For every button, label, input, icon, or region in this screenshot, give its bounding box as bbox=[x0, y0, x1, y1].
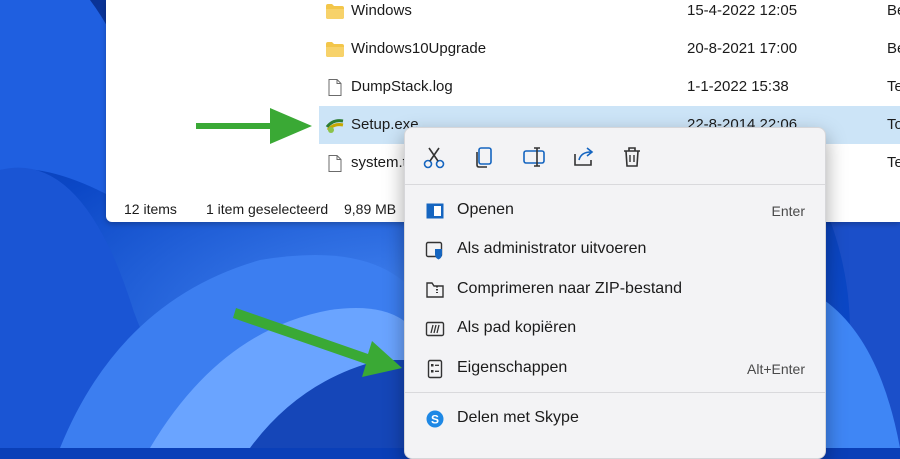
menu-item-compress-zip[interactable]: Comprimeren naar ZIP-bestand bbox=[405, 270, 825, 310]
file-type: Be bbox=[887, 2, 900, 19]
menu-item-label: Delen met Skype bbox=[457, 409, 579, 426]
menu-separator bbox=[405, 392, 825, 393]
menu-item-shortcut: Alt+Enter bbox=[747, 361, 805, 377]
file-type: To bbox=[887, 116, 900, 133]
copy-button[interactable] bbox=[471, 144, 497, 170]
status-size: 9,89 MB bbox=[344, 201, 397, 217]
rename-icon bbox=[523, 147, 545, 167]
folder-icon bbox=[326, 42, 344, 57]
share-icon bbox=[574, 147, 594, 166]
file-name: system.t bbox=[351, 154, 407, 171]
file-name: Windows bbox=[351, 2, 412, 19]
rename-button[interactable] bbox=[521, 144, 547, 170]
file-name: Windows10Upgrade bbox=[351, 40, 487, 57]
menu-item-properties[interactable]: Eigenschappen Alt+Enter bbox=[405, 349, 825, 389]
menu-item-copy-as-path[interactable]: Als pad kopiëren bbox=[405, 309, 825, 349]
file-date: 1-1-2022 15:38 bbox=[687, 78, 789, 95]
menu-item-run-as-admin[interactable]: Als administrator uitvoeren bbox=[405, 230, 825, 270]
menu-item-openen[interactable]: Openen Enter bbox=[405, 191, 825, 231]
file-name: DumpStack.log bbox=[351, 78, 453, 95]
copy-path-icon bbox=[425, 319, 445, 339]
file-row-dumpstack[interactable]: DumpStack.log 1-1-2022 15:38 Te bbox=[319, 68, 900, 106]
menu-item-label: Eigenschappen bbox=[457, 359, 568, 376]
cut-icon bbox=[423, 147, 445, 169]
file-row-windows[interactable]: Windows 15-4-2022 12:05 Be bbox=[319, 0, 900, 30]
document-icon bbox=[328, 79, 342, 96]
admin-shield-icon bbox=[425, 240, 445, 260]
file-type: Be bbox=[887, 40, 900, 57]
copy-icon bbox=[476, 147, 492, 168]
menu-item-shortcut: Enter bbox=[771, 203, 805, 219]
context-menu: Openen Enter Als administrator uitvoeren… bbox=[404, 127, 826, 459]
menu-item-label: Als pad kopiëren bbox=[457, 319, 577, 336]
share-button[interactable] bbox=[571, 144, 597, 170]
properties-icon bbox=[425, 359, 445, 379]
open-app-icon bbox=[425, 201, 445, 221]
cut-button[interactable] bbox=[421, 144, 447, 170]
skype-icon: S bbox=[425, 409, 445, 429]
menu-item-label: Openen bbox=[457, 201, 514, 218]
delete-button[interactable] bbox=[619, 144, 645, 170]
status-selected: 1 item geselecteerd bbox=[206, 201, 329, 217]
file-type: Te bbox=[887, 154, 900, 171]
document-icon bbox=[328, 155, 342, 172]
svg-text:S: S bbox=[431, 413, 439, 427]
zip-icon bbox=[425, 280, 445, 300]
menu-separator bbox=[405, 184, 825, 185]
delete-icon bbox=[624, 147, 640, 167]
file-date: 20-8-2021 17:00 bbox=[687, 40, 798, 57]
file-type: Te bbox=[887, 78, 900, 95]
file-row-windows10upgrade[interactable]: Windows10Upgrade 20-8-2021 17:00 Be bbox=[319, 30, 900, 68]
setup-exe-icon bbox=[325, 119, 344, 133]
file-date: 15-4-2022 12:05 bbox=[687, 2, 798, 19]
menu-item-share-skype[interactable]: S Delen met Skype bbox=[405, 399, 825, 439]
status-item-count: 12 items bbox=[124, 201, 177, 217]
folder-icon bbox=[326, 4, 344, 19]
menu-item-label: Als administrator uitvoeren bbox=[457, 240, 647, 257]
menu-item-label: Comprimeren naar ZIP-bestand bbox=[457, 280, 682, 297]
